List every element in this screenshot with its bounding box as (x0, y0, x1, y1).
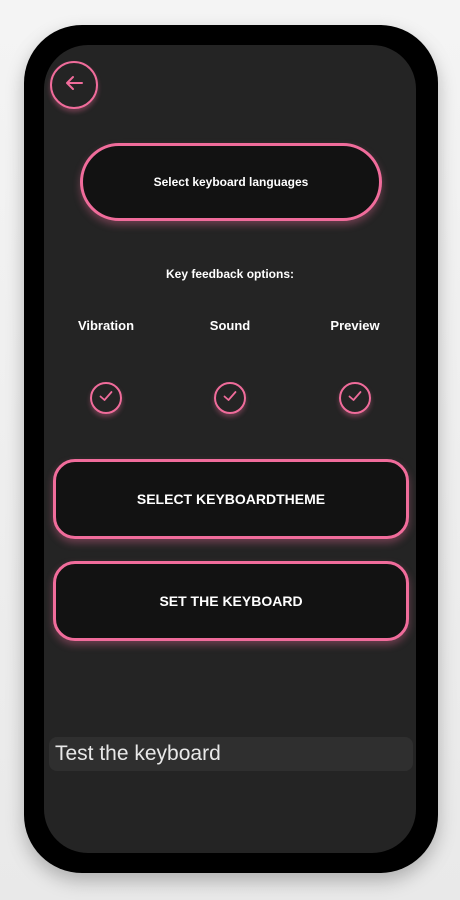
set-keyboard-button[interactable]: SET THE KEYBOARD (53, 561, 409, 641)
phone-frame: Select keyboard languages Key feedback o… (24, 25, 438, 873)
back-button[interactable] (50, 61, 98, 109)
app-screen: Select keyboard languages Key feedback o… (44, 45, 416, 853)
sound-label: Sound (209, 318, 251, 333)
sound-checkbox[interactable] (214, 382, 246, 414)
select-languages-label: Select keyboard languages (153, 175, 309, 189)
vibration-label: Vibration (77, 318, 135, 333)
set-keyboard-label: SET THE KEYBOARD (159, 593, 303, 609)
feedback-title: Key feedback options: (165, 267, 295, 281)
select-languages-button[interactable]: Select keyboard languages (80, 143, 382, 221)
preview-label: Preview (330, 318, 380, 333)
test-keyboard-input[interactable] (49, 737, 413, 771)
arrow-left-icon (63, 72, 85, 99)
checkmark-icon (222, 388, 238, 409)
select-theme-label: SELECT KEYBOARDTHEME (136, 491, 326, 507)
vibration-checkbox[interactable] (90, 382, 122, 414)
select-theme-button[interactable]: SELECT KEYBOARDTHEME (53, 459, 409, 539)
checkmark-icon (98, 388, 114, 409)
preview-checkbox[interactable] (339, 382, 371, 414)
checkmark-icon (347, 388, 363, 409)
